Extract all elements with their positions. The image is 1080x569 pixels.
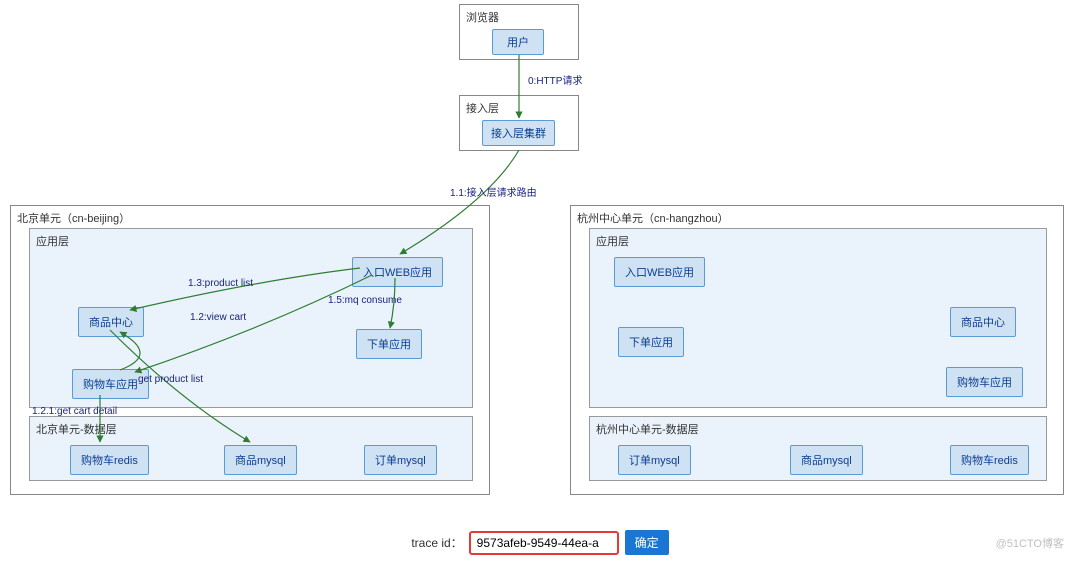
hz-order-app[interactable]: 下单应用	[618, 327, 684, 357]
beijing-data-label: 北京单元-数据层	[30, 417, 472, 441]
bj-product-center[interactable]: 商品中心	[78, 307, 144, 337]
hangzhou-app-label: 应用层	[590, 229, 1046, 253]
beijing-app-label: 应用层	[30, 229, 472, 253]
user-node[interactable]: 用户	[492, 29, 544, 55]
bj-order-mysql[interactable]: 订单mysql	[364, 445, 437, 475]
confirm-button[interactable]: 确定	[625, 530, 669, 555]
browser-group: 浏览器 用户	[459, 4, 579, 60]
browser-label: 浏览器	[460, 5, 505, 29]
edge-product-list: 1.3:product list	[188, 278, 253, 289]
access-cluster-node[interactable]: 接入层集群	[482, 120, 555, 146]
hz-web-app[interactable]: 入口WEB应用	[614, 257, 705, 287]
hangzhou-data-layer: 杭州中心单元-数据层 订单mysql 商品mysql 购物车redis	[589, 416, 1047, 481]
trace-input[interactable]	[469, 531, 619, 555]
beijing-data-layer: 北京单元-数据层 购物车redis 商品mysql 订单mysql	[29, 416, 473, 481]
hz-product-mysql[interactable]: 商品mysql	[790, 445, 863, 475]
bj-web-app[interactable]: 入口WEB应用	[352, 257, 443, 287]
edge-mq-consume: 1.5:mq consume	[328, 295, 402, 306]
bj-order-app[interactable]: 下单应用	[356, 329, 422, 359]
edge-route: 1.1:接入层请求路由	[450, 184, 537, 199]
edge-get-cart-detail: 1.2.1:get cart detail	[32, 406, 117, 417]
access-group: 接入层 接入层集群	[459, 95, 579, 151]
hz-cart-redis[interactable]: 购物车redis	[950, 445, 1029, 475]
edge-view-cart: 1.2:view cart	[190, 312, 246, 323]
access-label: 接入层	[460, 96, 505, 120]
hangzhou-data-label: 杭州中心单元-数据层	[590, 417, 1046, 441]
hangzhou-unit: 杭州中心单元（cn-hangzhou） 应用层 入口WEB应用 下单应用 商品中…	[570, 205, 1064, 495]
trace-label: trace id：	[411, 534, 462, 551]
watermark: @51CTO博客	[996, 535, 1064, 551]
beijing-title: 北京单元（cn-beijing）	[11, 206, 136, 230]
hz-cart-app[interactable]: 购物车应用	[946, 367, 1023, 397]
bj-cart-redis[interactable]: 购物车redis	[70, 445, 149, 475]
beijing-unit: 北京单元（cn-beijing） 应用层 入口WEB应用 商品中心 下单应用 购…	[10, 205, 490, 495]
edge-get-product-list: get product list	[138, 374, 203, 385]
hangzhou-title: 杭州中心单元（cn-hangzhou）	[571, 206, 735, 230]
beijing-app-layer: 应用层 入口WEB应用 商品中心 下单应用 购物车应用	[29, 228, 473, 408]
edge-http: 0:HTTP请求	[528, 72, 582, 87]
trace-bar: trace id： 确定	[0, 530, 1080, 555]
hz-product-center[interactable]: 商品中心	[950, 307, 1016, 337]
hz-order-mysql[interactable]: 订单mysql	[618, 445, 691, 475]
hangzhou-app-layer: 应用层 入口WEB应用 下单应用 商品中心 购物车应用	[589, 228, 1047, 408]
bj-product-mysql[interactable]: 商品mysql	[224, 445, 297, 475]
